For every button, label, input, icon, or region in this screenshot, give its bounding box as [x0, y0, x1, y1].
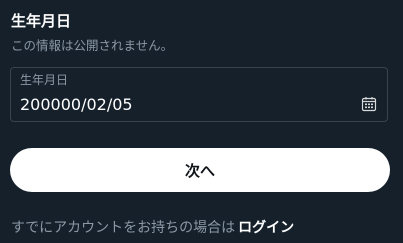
calendar-icon[interactable] — [361, 96, 377, 112]
privacy-note: この情報は公開されません。 — [11, 38, 174, 53]
login-prompt: すでにアカウントをお持ちの場合は ログイン — [11, 218, 294, 238]
birthdate-field-label: 生年月日 — [20, 73, 69, 87]
login-link[interactable]: ログイン — [238, 220, 294, 236]
birthdate-page: 生年月日 この情報は公開されません。 生年月日 次へ すでにアカウントをお持ちの… — [0, 0, 403, 243]
login-prompt-text: すでにアカウントをお持ちの場合は — [11, 220, 236, 236]
birthdate-field[interactable]: 生年月日 — [10, 67, 388, 122]
page-title: 生年月日 — [11, 12, 72, 30]
next-button[interactable]: 次へ — [10, 148, 390, 192]
birthdate-input[interactable] — [20, 93, 340, 117]
